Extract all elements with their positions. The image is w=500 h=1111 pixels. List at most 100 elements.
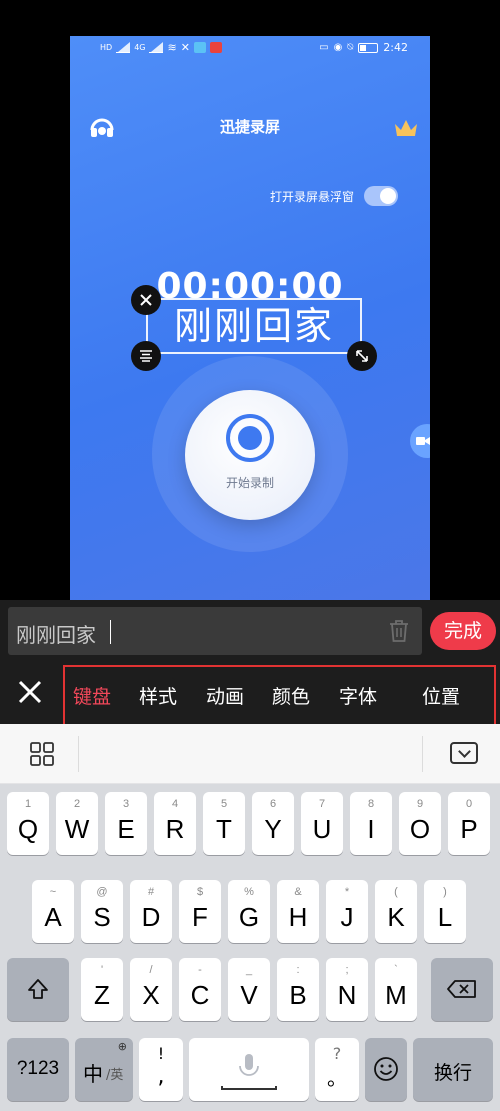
- key-k[interactable]: (K: [375, 880, 417, 943]
- key-w[interactable]: 2W: [56, 792, 98, 855]
- status-bar-right: ▭ ◉ ⍉ 2:42: [319, 41, 408, 54]
- key-main: V: [240, 980, 258, 1010]
- key-sub: &: [294, 886, 302, 898]
- key-d[interactable]: # D: [130, 880, 172, 943]
- key-main: S: [93, 902, 111, 932]
- key-a[interactable]: ~ A: [32, 880, 74, 943]
- key-f[interactable]: $ F: [179, 880, 221, 943]
- key-n[interactable]: ; N: [326, 958, 368, 1021]
- keyboard-menu-icon[interactable]: [30, 742, 54, 766]
- tab-color[interactable]: 颜色: [272, 682, 310, 709]
- tab-font[interactable]: 字体: [339, 682, 377, 709]
- key-main: A: [44, 902, 62, 932]
- status-label: HD: [100, 43, 113, 52]
- enter-key[interactable]: 换行: [413, 1038, 493, 1101]
- key-h[interactable]: & H: [277, 880, 319, 943]
- key-sub: 9: [416, 798, 424, 810]
- done-button[interactable]: 完成: [430, 612, 496, 650]
- enter-key-label: 换行: [433, 1063, 472, 1084]
- key-sub: 7: [318, 798, 326, 810]
- hide-keyboard-icon[interactable]: [450, 742, 478, 764]
- trash-icon[interactable]: [388, 619, 410, 643]
- key-main: H: [288, 902, 308, 932]
- key-i[interactable]: 8I: [350, 792, 392, 855]
- float-window-row: 打开录屏悬浮窗: [270, 186, 398, 206]
- key-sub: 2: [73, 798, 81, 810]
- key-j[interactable]: * J: [326, 880, 368, 943]
- key-sub: ;: [345, 964, 349, 976]
- key-c[interactable]: -C: [179, 958, 221, 1021]
- key-sub: ': [100, 964, 104, 976]
- key-main: Z: [94, 980, 110, 1010]
- key-v[interactable]: _ V: [228, 958, 270, 1021]
- key-sub: 6: [269, 798, 277, 810]
- key-z[interactable]: ' Z: [81, 958, 123, 1021]
- key-sub: %: [244, 886, 254, 898]
- space-key[interactable]: [189, 1038, 309, 1101]
- backspace-key[interactable]: [431, 958, 493, 1021]
- emoji-key[interactable]: [365, 1038, 407, 1101]
- battery-icon: [358, 42, 379, 53]
- key-sub: 1: [24, 798, 32, 810]
- punctuation-key-2[interactable]: ? 。: [315, 1038, 359, 1101]
- app-title: 迅捷录屏: [219, 118, 280, 136]
- taobao-badge-icon: [209, 42, 222, 53]
- mute-icon: ✕: [180, 41, 190, 54]
- vip-crown-icon[interactable]: [392, 116, 420, 140]
- punctuation-key[interactable]: ! ,: [139, 1038, 183, 1101]
- text-caret: [110, 620, 111, 644]
- key-main: E: [117, 814, 135, 844]
- key-q[interactable]: 1Q: [7, 792, 49, 855]
- align-center-icon: [140, 350, 152, 362]
- status-bar-left: HD 4G ≋ ✕: [100, 41, 222, 54]
- tab-animation[interactable]: 动画: [206, 682, 244, 709]
- key-p[interactable]: 0P: [448, 792, 490, 855]
- caption-align-handle[interactable]: [131, 341, 161, 371]
- key-sub: 5: [220, 798, 228, 810]
- key-sub: ~: [49, 886, 57, 898]
- floating-camera-button[interactable]: [410, 424, 430, 458]
- key-sub: #: [147, 886, 155, 898]
- key-s[interactable]: @ S: [81, 880, 123, 943]
- tab-position[interactable]: 位置: [422, 682, 460, 709]
- caption-resize-handle[interactable]: [347, 341, 377, 371]
- keyboard: 1Q 2W 3E 4R 5T 6Y 7U 8I 9O 0P ~ A @ S # D $…: [0, 784, 500, 1111]
- key-r[interactable]: 4R: [154, 792, 196, 855]
- key-sub: 8: [367, 798, 375, 810]
- key-t[interactable]: 5T: [203, 792, 245, 855]
- caption-input-bar: 刚刚回家 完成: [0, 600, 500, 662]
- separator: [422, 736, 423, 772]
- tab-style[interactable]: 样式: [139, 682, 177, 709]
- float-window-toggle[interactable]: [364, 186, 398, 206]
- key-main: C: [190, 980, 210, 1010]
- key-main: N: [337, 980, 357, 1010]
- caption-toolbar: 键盘 样式 动画 颜色 字体 位置: [0, 662, 500, 731]
- key-m[interactable]: ` M: [375, 958, 417, 1021]
- key-sub: @: [96, 886, 108, 898]
- key-g[interactable]: % G: [228, 880, 270, 943]
- key-b[interactable]: :B: [277, 958, 319, 1021]
- punct2-bottom: 。: [327, 1066, 347, 1090]
- start-record-button[interactable]: 开始录制: [185, 390, 315, 520]
- key-o[interactable]: 9O: [399, 792, 441, 855]
- record-icon: [226, 414, 274, 462]
- key-main: O: [409, 814, 431, 844]
- key-l[interactable]: ) L: [424, 880, 466, 943]
- signal-icon: [116, 41, 131, 53]
- close-icon[interactable]: [16, 678, 44, 706]
- caption-overlay[interactable]: 刚刚回家: [146, 298, 362, 354]
- shift-key[interactable]: [7, 958, 69, 1021]
- tab-keyboard[interactable]: 键盘: [73, 682, 111, 709]
- key-y[interactable]: 6Y: [252, 792, 294, 855]
- language-switch-key[interactable]: ⊕ 中 /英: [75, 1038, 133, 1101]
- key-x[interactable]: / X: [130, 958, 172, 1021]
- key-main: D: [141, 902, 161, 932]
- key-e[interactable]: 3E: [105, 792, 147, 855]
- key-u[interactable]: 7U: [301, 792, 343, 855]
- backspace-icon: [447, 980, 476, 998]
- caption-delete-handle[interactable]: [131, 285, 161, 315]
- separator: [78, 736, 79, 772]
- numbers-key[interactable]: ?123: [7, 1038, 69, 1101]
- caption-input[interactable]: 刚刚回家: [8, 607, 422, 655]
- signal-icon: [149, 41, 164, 53]
